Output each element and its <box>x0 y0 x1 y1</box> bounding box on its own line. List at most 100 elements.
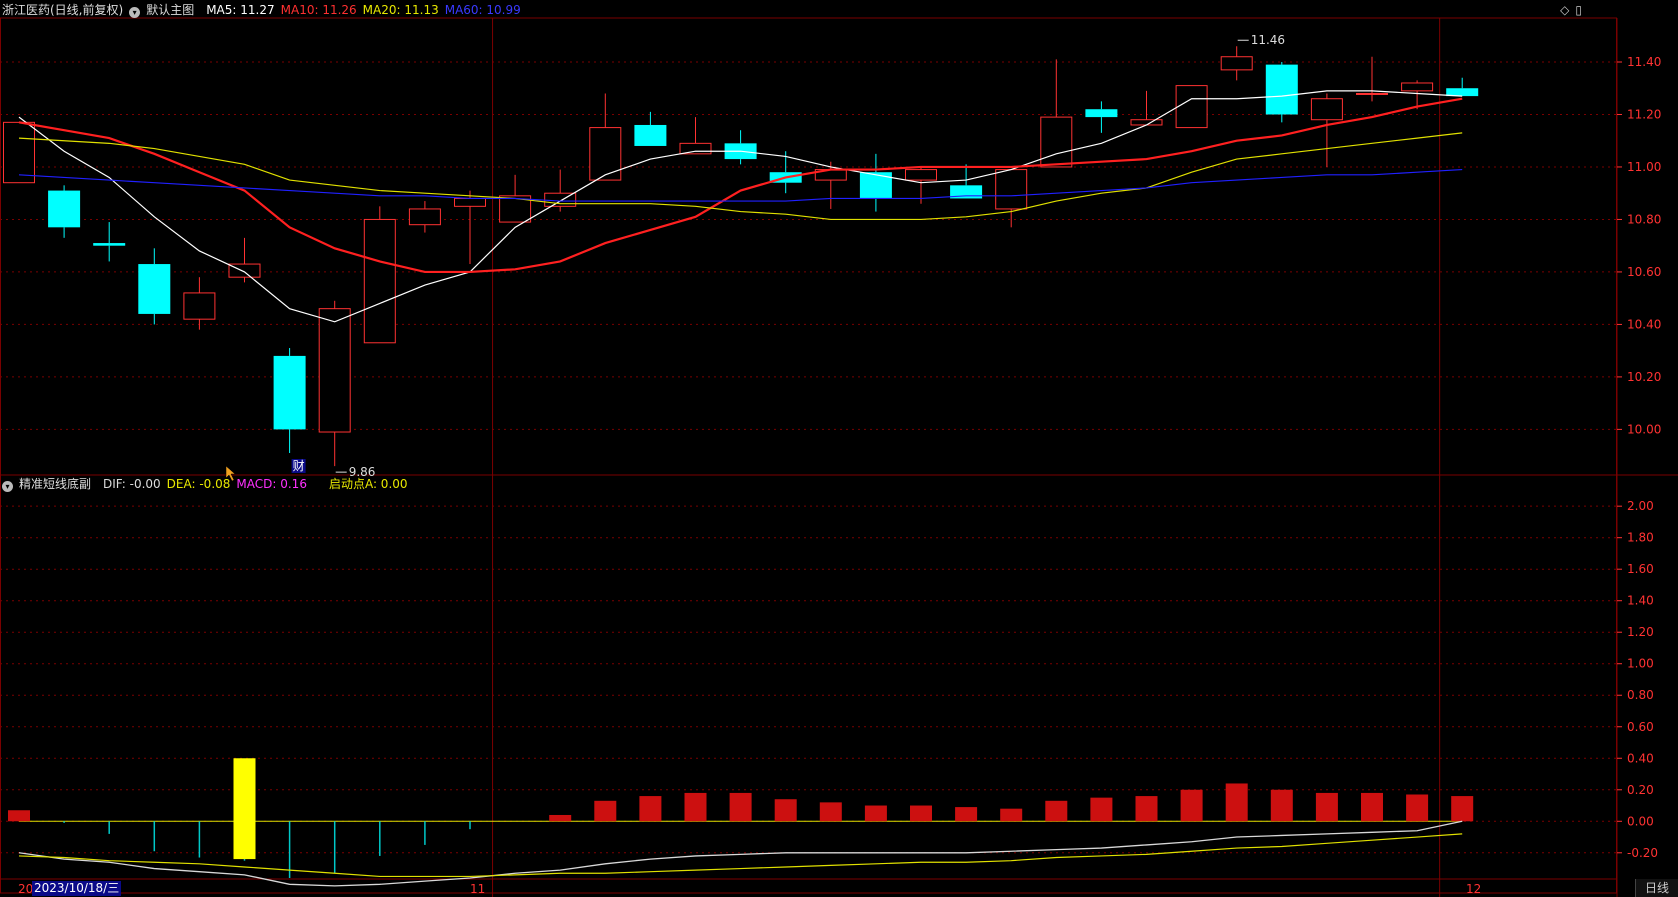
candle-body-down <box>273 355 306 430</box>
sub-y-tick-label: -0.20 <box>1627 846 1658 860</box>
dif-readout: DIF: -0.00 <box>103 477 161 491</box>
sub-y-tick-label: 1.80 <box>1627 531 1654 545</box>
month-label-dec: 12 <box>1466 882 1482 896</box>
candle-body-up <box>183 292 216 320</box>
sub-y-tick-label: 1.60 <box>1627 562 1654 576</box>
main-chart-label: 默认主图 <box>146 3 195 17</box>
start-point-readout: 启动点A: 0.00 <box>328 477 408 491</box>
candle-body-up <box>995 169 1028 210</box>
candle <box>3 121 35 184</box>
candle-body-up <box>228 263 261 278</box>
candle-body-down <box>48 190 81 228</box>
candle <box>363 206 396 344</box>
main-y-tick-label: 11.20 <box>1627 107 1661 121</box>
diamond-icon[interactable]: ◇ <box>1560 3 1569 17</box>
indicator-name: 精准短线底副 <box>19 477 92 491</box>
candle <box>228 237 261 283</box>
sub-y-tick-label: 0.40 <box>1627 751 1654 765</box>
period-tab-daily[interactable]: 日线 <box>1635 879 1678 897</box>
candle <box>589 93 622 181</box>
candle-body-up <box>1310 98 1343 121</box>
candle <box>408 201 441 233</box>
candle <box>48 185 81 238</box>
candle <box>1220 46 1253 81</box>
candle <box>318 300 351 467</box>
macd-bar-positive <box>729 792 752 822</box>
month-label-nov: 11 <box>470 882 486 896</box>
sub-y-tick-label: 0.20 <box>1627 783 1654 797</box>
finance-badge: 财 <box>293 459 305 473</box>
candle-body-up <box>3 121 35 184</box>
candle <box>1356 56 1388 102</box>
candle <box>138 248 171 325</box>
candle-body-up <box>318 308 351 433</box>
ma60-readout: MA60: 10.99 <box>444 3 521 17</box>
sub-y-tick-label: 0.00 <box>1627 814 1654 828</box>
candle <box>769 151 802 194</box>
annotation-price: 11.46 <box>1251 33 1285 47</box>
macd-bar-positive <box>1180 789 1203 822</box>
main-y-tick-label: 10.00 <box>1627 422 1661 436</box>
macd-readout: MACD: 0.16 <box>236 477 307 491</box>
macd-bar-positive <box>1225 783 1248 822</box>
candle <box>1310 93 1343 167</box>
candle <box>1085 101 1118 133</box>
candle-body-up <box>905 169 937 181</box>
macd-bar-positive <box>819 802 842 822</box>
macd-bar-positive <box>1045 800 1068 822</box>
candle <box>1265 61 1298 123</box>
sub-y-tick-label: 0.60 <box>1627 720 1654 734</box>
candle <box>634 111 667 146</box>
candle-body-up <box>1130 119 1163 126</box>
indicator-menu[interactable]: ▾ 精准短线底副 <box>2 477 97 492</box>
macd-bar-positive <box>594 800 617 822</box>
candle <box>93 222 126 262</box>
candle <box>1175 85 1208 129</box>
ma20-readout: MA20: 11.13 <box>362 3 439 17</box>
stock-title[interactable]: 浙江医药(日线,前复权) <box>2 3 123 17</box>
candle <box>454 190 486 265</box>
candle-body-down <box>138 264 171 314</box>
restore-window-icon[interactable]: ▯ <box>1575 3 1582 17</box>
ma-line-ma10 <box>18 97 1463 274</box>
sub-y-tick-label: 2.00 <box>1627 499 1654 513</box>
sub-y-tick-label: 1.40 <box>1627 594 1654 608</box>
candle-body-down <box>859 172 892 199</box>
main-y-tick-label: 10.60 <box>1627 265 1661 279</box>
settings-circle-icon[interactable]: ▾ <box>129 7 141 18</box>
sub-chart-header: ▾ 精准短线底副 DIF: -0.00 DEA: -0.08 MACD: 0.16 启动点… <box>2 475 414 493</box>
sub-y-tick-label: 1.20 <box>1627 625 1654 639</box>
main-chart-menu[interactable]: ▾ 默认主图 <box>129 3 200 18</box>
candle-body-up <box>589 127 622 181</box>
date-axis-left-edge: 20 <box>18 882 34 896</box>
candle-body-up <box>1356 92 1388 95</box>
main-chart-header: 浙江医药(日线,前复权) ▾ 默认主图 MA5: 11.27 MA10: 11.26 MA… <box>2 1 527 19</box>
ma-line-ma5 <box>18 90 1463 323</box>
candle <box>679 117 712 155</box>
window-controls: ◇ ▯ <box>1554 3 1582 17</box>
main-y-tick-label: 11.40 <box>1627 55 1661 69</box>
candle-body-down <box>1085 109 1118 118</box>
macd-bar-positive <box>684 792 707 822</box>
candle-body-up <box>363 218 396 344</box>
stock-chart[interactable]: 10.00 10.20 10.40 10.60 10.80 11.00 11.20 11.40… <box>0 0 1678 897</box>
candle <box>1446 77 1479 97</box>
macd-bar-positive <box>549 814 572 822</box>
sub-y-tick-label: 0.80 <box>1627 688 1654 702</box>
macd-bar-positive <box>1000 808 1023 822</box>
ma5-readout: MA5: 11.27 <box>206 3 275 17</box>
candle <box>544 169 577 212</box>
main-y-tick-label: 11.00 <box>1627 160 1661 174</box>
macd-bar-positive <box>1315 792 1338 822</box>
main-y-tick-label: 10.80 <box>1627 212 1661 226</box>
candle-body-up <box>1401 82 1434 92</box>
main-y-tick-label: 10.20 <box>1627 370 1661 384</box>
candle-body-down <box>1265 64 1298 115</box>
candle-body-up <box>1040 116 1073 168</box>
settings-circle-icon[interactable]: ▾ <box>2 481 13 492</box>
candle <box>950 164 983 199</box>
cursor-date: 2023/10/18/三 <box>32 881 122 896</box>
macd-bar-positive <box>774 799 797 822</box>
dea-readout: DEA: -0.08 <box>166 477 231 491</box>
main-y-tick-label: 10.40 <box>1627 317 1661 331</box>
